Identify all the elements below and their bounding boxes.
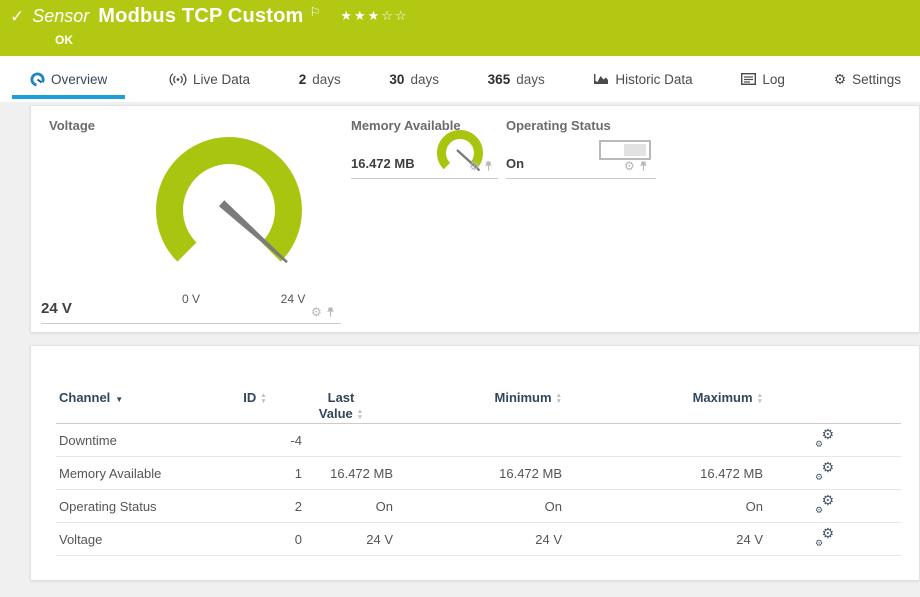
voltage-divider	[41, 323, 341, 324]
gauge-icon	[30, 72, 45, 87]
cell-channel: Memory Available	[59, 466, 231, 481]
gauges-card: Voltage 0 V 24 V 24 V ⚙ Memory Available…	[30, 105, 920, 333]
stars-empty: ☆☆	[381, 8, 408, 23]
channel-rows: Downtime -4 ⚙⚙ Memory Available 1 16.472…	[56, 424, 901, 556]
priority-stars[interactable]: ★★★☆☆	[340, 8, 408, 24]
cell-minimum: 24 V	[393, 532, 562, 547]
status-badge: OK	[55, 33, 73, 47]
ok-check-icon: ✓	[10, 7, 24, 27]
memory-value: 16.472 MB	[351, 156, 415, 171]
broadcast-icon	[169, 73, 187, 86]
tab-label: days	[312, 72, 341, 87]
voltage-value: 24 V	[41, 300, 72, 317]
pin-icon[interactable]	[639, 160, 648, 172]
tab-historic-data[interactable]: Historic Data	[588, 56, 697, 102]
pin-icon[interactable]	[484, 160, 493, 172]
tab-label: Historic Data	[615, 72, 692, 87]
operating-divider	[506, 178, 656, 179]
cell-channel: Operating Status	[59, 499, 231, 514]
tab-log[interactable]: Log	[736, 56, 790, 102]
cell-maximum: 16.472 MB	[562, 466, 763, 481]
cell-channel: Downtime	[59, 433, 231, 448]
channels-table-card: Channel▼ ID▲▼ Last Value▲▼ Minimum▲▼ Max…	[30, 345, 920, 581]
cell-maximum: On	[562, 499, 763, 514]
cell-id: 1	[231, 466, 302, 481]
tab-label: Live Data	[193, 72, 250, 87]
tab-2-days[interactable]: 2 days	[294, 56, 346, 102]
sort-icon: ▲▼	[260, 393, 266, 404]
area-chart-icon	[593, 73, 609, 85]
voltage-scale-max: 24 V	[271, 292, 315, 306]
table-row-memory-available[interactable]: Memory Available 1 16.472 MB 16.472 MB 1…	[56, 457, 901, 490]
tab-overview[interactable]: Overview	[12, 56, 125, 102]
tab-number: 365	[488, 72, 511, 87]
tab-label: Log	[762, 72, 785, 87]
sensor-status-banner: ✓ Sensor Modbus TCP Custom ⚐ ★★★☆☆ OK	[0, 0, 920, 56]
voltage-gauge	[149, 130, 309, 290]
cell-last-value: 24 V	[302, 532, 393, 547]
gear-icon[interactable]: ⚙	[469, 160, 480, 172]
cell-maximum: 24 V	[562, 532, 763, 547]
cell-id: -4	[231, 433, 302, 448]
gear-icon: ⚙	[834, 72, 847, 86]
pin-icon[interactable]	[326, 306, 335, 318]
tab-365-days[interactable]: 365 days	[483, 56, 550, 102]
tab-settings[interactable]: ⚙ Settings	[829, 56, 906, 102]
cell-minimum: 16.472 MB	[393, 466, 562, 481]
operating-panel-actions: ⚙	[624, 160, 648, 172]
tab-label: Settings	[852, 72, 901, 87]
column-header-channel[interactable]: Channel▼	[59, 390, 123, 405]
tab-label: Overview	[51, 72, 107, 87]
sort-desc-icon: ▼	[115, 395, 123, 404]
sensor-kind-label: Sensor	[32, 6, 89, 27]
sort-icon: ▲▼	[357, 409, 363, 420]
cell-channel: Voltage	[59, 532, 231, 547]
table-row-operating-status[interactable]: Operating Status 2 On On On ⚙⚙	[56, 490, 901, 523]
column-header-last-value[interactable]: Last Value▲▼	[295, 390, 387, 422]
tab-label: days	[516, 72, 545, 87]
cell-last-value: 16.472 MB	[302, 466, 393, 481]
operating-panel-title: Operating Status	[506, 118, 611, 133]
sensor-heading: ✓ Sensor Modbus TCP Custom ⚐ ★★★☆☆	[10, 5, 409, 28]
table-row-voltage[interactable]: Voltage 0 24 V 24 V 24 V ⚙⚙	[56, 523, 901, 556]
gear-icon[interactable]: ⚙	[311, 306, 322, 318]
log-list-icon	[741, 73, 756, 85]
sort-icon: ▲▼	[757, 393, 763, 404]
stars-filled: ★★★	[340, 8, 381, 23]
tab-live-data[interactable]: Live Data	[164, 56, 255, 102]
column-header-id[interactable]: ID▲▼	[211, 390, 299, 405]
table-row-downtime[interactable]: Downtime -4 ⚙⚙	[56, 424, 901, 457]
cell-id: 2	[231, 499, 302, 514]
column-header-minimum[interactable]: Minimum▲▼	[422, 390, 562, 405]
memory-panel-actions: ⚙	[469, 160, 493, 172]
channel-settings-icon[interactable]: ⚙⚙	[815, 529, 834, 546]
sensor-title: Modbus TCP Custom	[98, 5, 303, 28]
column-header-maximum[interactable]: Maximum▲▼	[623, 390, 763, 405]
tab-30-days[interactable]: 30 days	[384, 56, 444, 102]
sort-icon: ▲▼	[556, 393, 562, 404]
channel-settings-icon[interactable]: ⚙⚙	[815, 463, 834, 480]
operating-status-switch[interactable]	[599, 140, 651, 160]
cell-minimum: On	[393, 499, 562, 514]
tab-bar: Overview Live Data 2 days 30 days 365 da…	[0, 56, 920, 102]
channel-settings-icon[interactable]: ⚙⚙	[815, 430, 834, 447]
operating-value: On	[506, 156, 524, 171]
cell-last-value: On	[302, 499, 393, 514]
flag-icon[interactable]: ⚐	[310, 5, 321, 19]
tab-number: 2	[299, 72, 307, 87]
cell-id: 0	[231, 532, 302, 547]
voltage-panel-actions: ⚙	[311, 306, 335, 318]
channel-settings-icon[interactable]: ⚙⚙	[815, 496, 834, 513]
memory-divider	[351, 178, 498, 179]
switch-knob	[624, 144, 646, 156]
voltage-scale-min: 0 V	[171, 292, 211, 306]
tab-label: days	[410, 72, 439, 87]
voltage-panel-title: Voltage	[49, 118, 95, 133]
gear-icon[interactable]: ⚙	[624, 160, 635, 172]
tab-number: 30	[389, 72, 404, 87]
